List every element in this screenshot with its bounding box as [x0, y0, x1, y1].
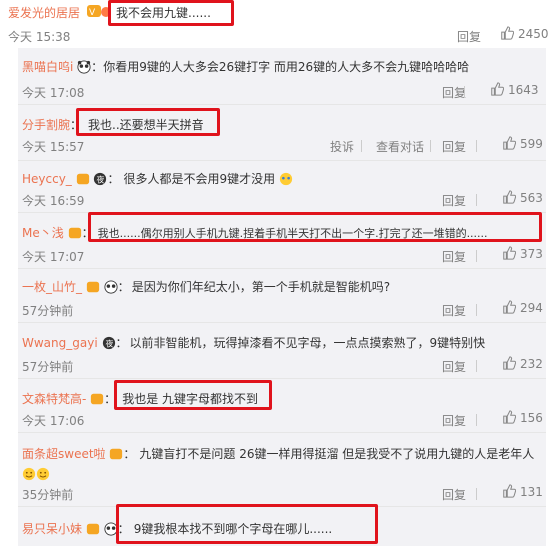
comment-item: Heyccy_ 夜：很多人都是不会用9键才没用 今天 16:59 回复 563 [22, 172, 543, 209]
thumb-up-icon [501, 26, 514, 40]
vip-badge-icon [76, 173, 89, 185]
crying-emoji [279, 172, 293, 186]
like-count: 232 [520, 357, 543, 371]
comment-time: 今天 17:08 [22, 86, 85, 100]
comment-username[interactable]: 文森特梵高- [22, 392, 86, 406]
like-count: 599 [520, 137, 543, 151]
highlight-box [116, 504, 378, 544]
vip-badge-icon [91, 393, 104, 405]
comment-username[interactable]: Heyccy_ [22, 172, 72, 186]
report-button[interactable]: 投诉 [330, 138, 354, 155]
like-count: 156 [520, 411, 543, 425]
reply-button[interactable]: 回复 [442, 192, 466, 209]
comment-item: Wwang_gayi 夜：以前非智能机，玩得掉漆看不见字母，一点点摸索熟了，9键… [22, 336, 543, 375]
svg-text:V: V [89, 8, 96, 18]
top-username[interactable]: 爱发光的居居 [8, 4, 80, 21]
reply-button[interactable]: 回复 [442, 358, 466, 375]
comment-time: 57分钟前 [22, 360, 74, 374]
thumb-up-icon [503, 246, 516, 260]
comment-text: 九键盲打不是问题 26键一样用得挺溜 但是我受不了说用九键的人是老年人 [139, 447, 535, 461]
thumb-up-icon [503, 300, 516, 314]
reply-button[interactable]: 回复 [442, 84, 466, 101]
highlight-box [88, 212, 542, 242]
vip-badge-icon [110, 448, 123, 460]
top-reply-button[interactable]: 回复 [457, 28, 481, 45]
thumb-up-icon [503, 484, 516, 498]
comment-username[interactable]: Wwang_gayi [22, 336, 98, 350]
night-icon: 夜 [94, 172, 107, 186]
vip-badge-icon [86, 281, 99, 293]
comment-time: 35分钟前 [22, 488, 74, 502]
thumb-up-icon [491, 82, 504, 96]
comment-username[interactable]: 易只呆小妹 [22, 522, 82, 536]
like-button[interactable]: 1643 [490, 82, 539, 97]
reply-button[interactable]: 回复 [442, 248, 466, 265]
smile-emoji [36, 467, 50, 481]
reply-button[interactable]: 回复 [442, 138, 466, 155]
highlight-box [108, 0, 234, 26]
thumb-up-icon [503, 356, 516, 370]
night-icon: 夜 [102, 336, 115, 350]
highlight-box [76, 108, 220, 136]
view-conversation-button[interactable]: 查看对话 [376, 138, 424, 155]
comment-time: 今天 16:59 [22, 194, 85, 208]
top-like-button[interactable]: 2450 [500, 26, 549, 41]
comment-text: 你看用9键的人大多会26键打字 而用26键的人大多不会九键哈哈哈哈 [103, 60, 470, 74]
comment-time: 今天 15:57 [22, 140, 85, 154]
like-count: 1643 [508, 83, 539, 97]
like-button[interactable]: 294 [502, 300, 543, 315]
comment-time: 今天 17:06 [22, 414, 85, 428]
top-like-count: 2450 [518, 27, 549, 41]
like-button[interactable]: 232 [502, 356, 543, 371]
vip-badge-icon [68, 227, 81, 239]
comment-item: 文森特梵高- ：我也是 九键字母都找不到 今天 17:06 回复 156 [22, 392, 543, 429]
panda-icon [77, 60, 91, 74]
comment-item: 黑喵白呜i ：你看用9键的人大多会26键打字 而用26键的人大多不会九键哈哈哈哈… [22, 60, 539, 101]
like-count: 373 [520, 247, 543, 261]
reply-button[interactable]: 回复 [442, 302, 466, 319]
top-time: 今天 15:38 [8, 30, 71, 44]
highlight-box [114, 380, 272, 410]
thumb-up-icon [503, 136, 516, 150]
comment-username[interactable]: 黑喵白呜i [22, 60, 73, 74]
comment-text: 以前非智能机，玩得掉漆看不见字母，一点点摸索熟了，9键特别快 [129, 336, 486, 350]
panda-icon [104, 280, 118, 294]
comment-text: 很多人都是不会用9键才没用 [123, 172, 276, 186]
comment-username[interactable]: 一枚_山竹_ [22, 280, 82, 294]
thumb-up-icon [503, 410, 516, 424]
comment-time: 今天 17:07 [22, 250, 85, 264]
svg-text:夜: 夜 [105, 339, 113, 349]
svg-text:夜: 夜 [97, 175, 105, 185]
comment-item: 面条超sweet啦 ：九键盲打不是问题 26键一样用得挺溜 但是我受不了说用九键… [22, 447, 543, 503]
like-button[interactable]: 156 [502, 410, 543, 425]
like-count: 294 [520, 301, 543, 315]
comment-item: 一枚_山竹_ ：是因为你们年纪太小，第一个手机就是智能机吗? 57分钟前 回复 … [22, 280, 543, 319]
comment-username[interactable]: 分手割腕 [22, 118, 70, 132]
like-button[interactable]: 131 [502, 484, 543, 499]
like-button[interactable]: 563 [502, 190, 543, 205]
comment-username[interactable]: Me丶浅 [22, 226, 64, 240]
vip-badge-icon [86, 523, 99, 535]
thumb-up-icon [503, 190, 516, 204]
like-button[interactable]: 599 [502, 136, 543, 151]
comment-username[interactable]: 面条超sweet啦 [22, 447, 106, 461]
like-count: 563 [520, 191, 543, 205]
comment-time: 57分钟前 [22, 304, 74, 318]
like-button[interactable]: 373 [502, 246, 543, 261]
reply-button[interactable]: 回复 [442, 486, 466, 503]
top-comment: 爱发光的居居 V 我不会用九键...... 今天 15:38 回复 2450 [0, 0, 550, 48]
smile-emoji [22, 467, 36, 481]
reply-button[interactable]: 回复 [442, 412, 466, 429]
like-count: 131 [520, 485, 543, 499]
comment-text: 是因为你们年纪太小，第一个手机就是智能机吗? [131, 280, 391, 294]
